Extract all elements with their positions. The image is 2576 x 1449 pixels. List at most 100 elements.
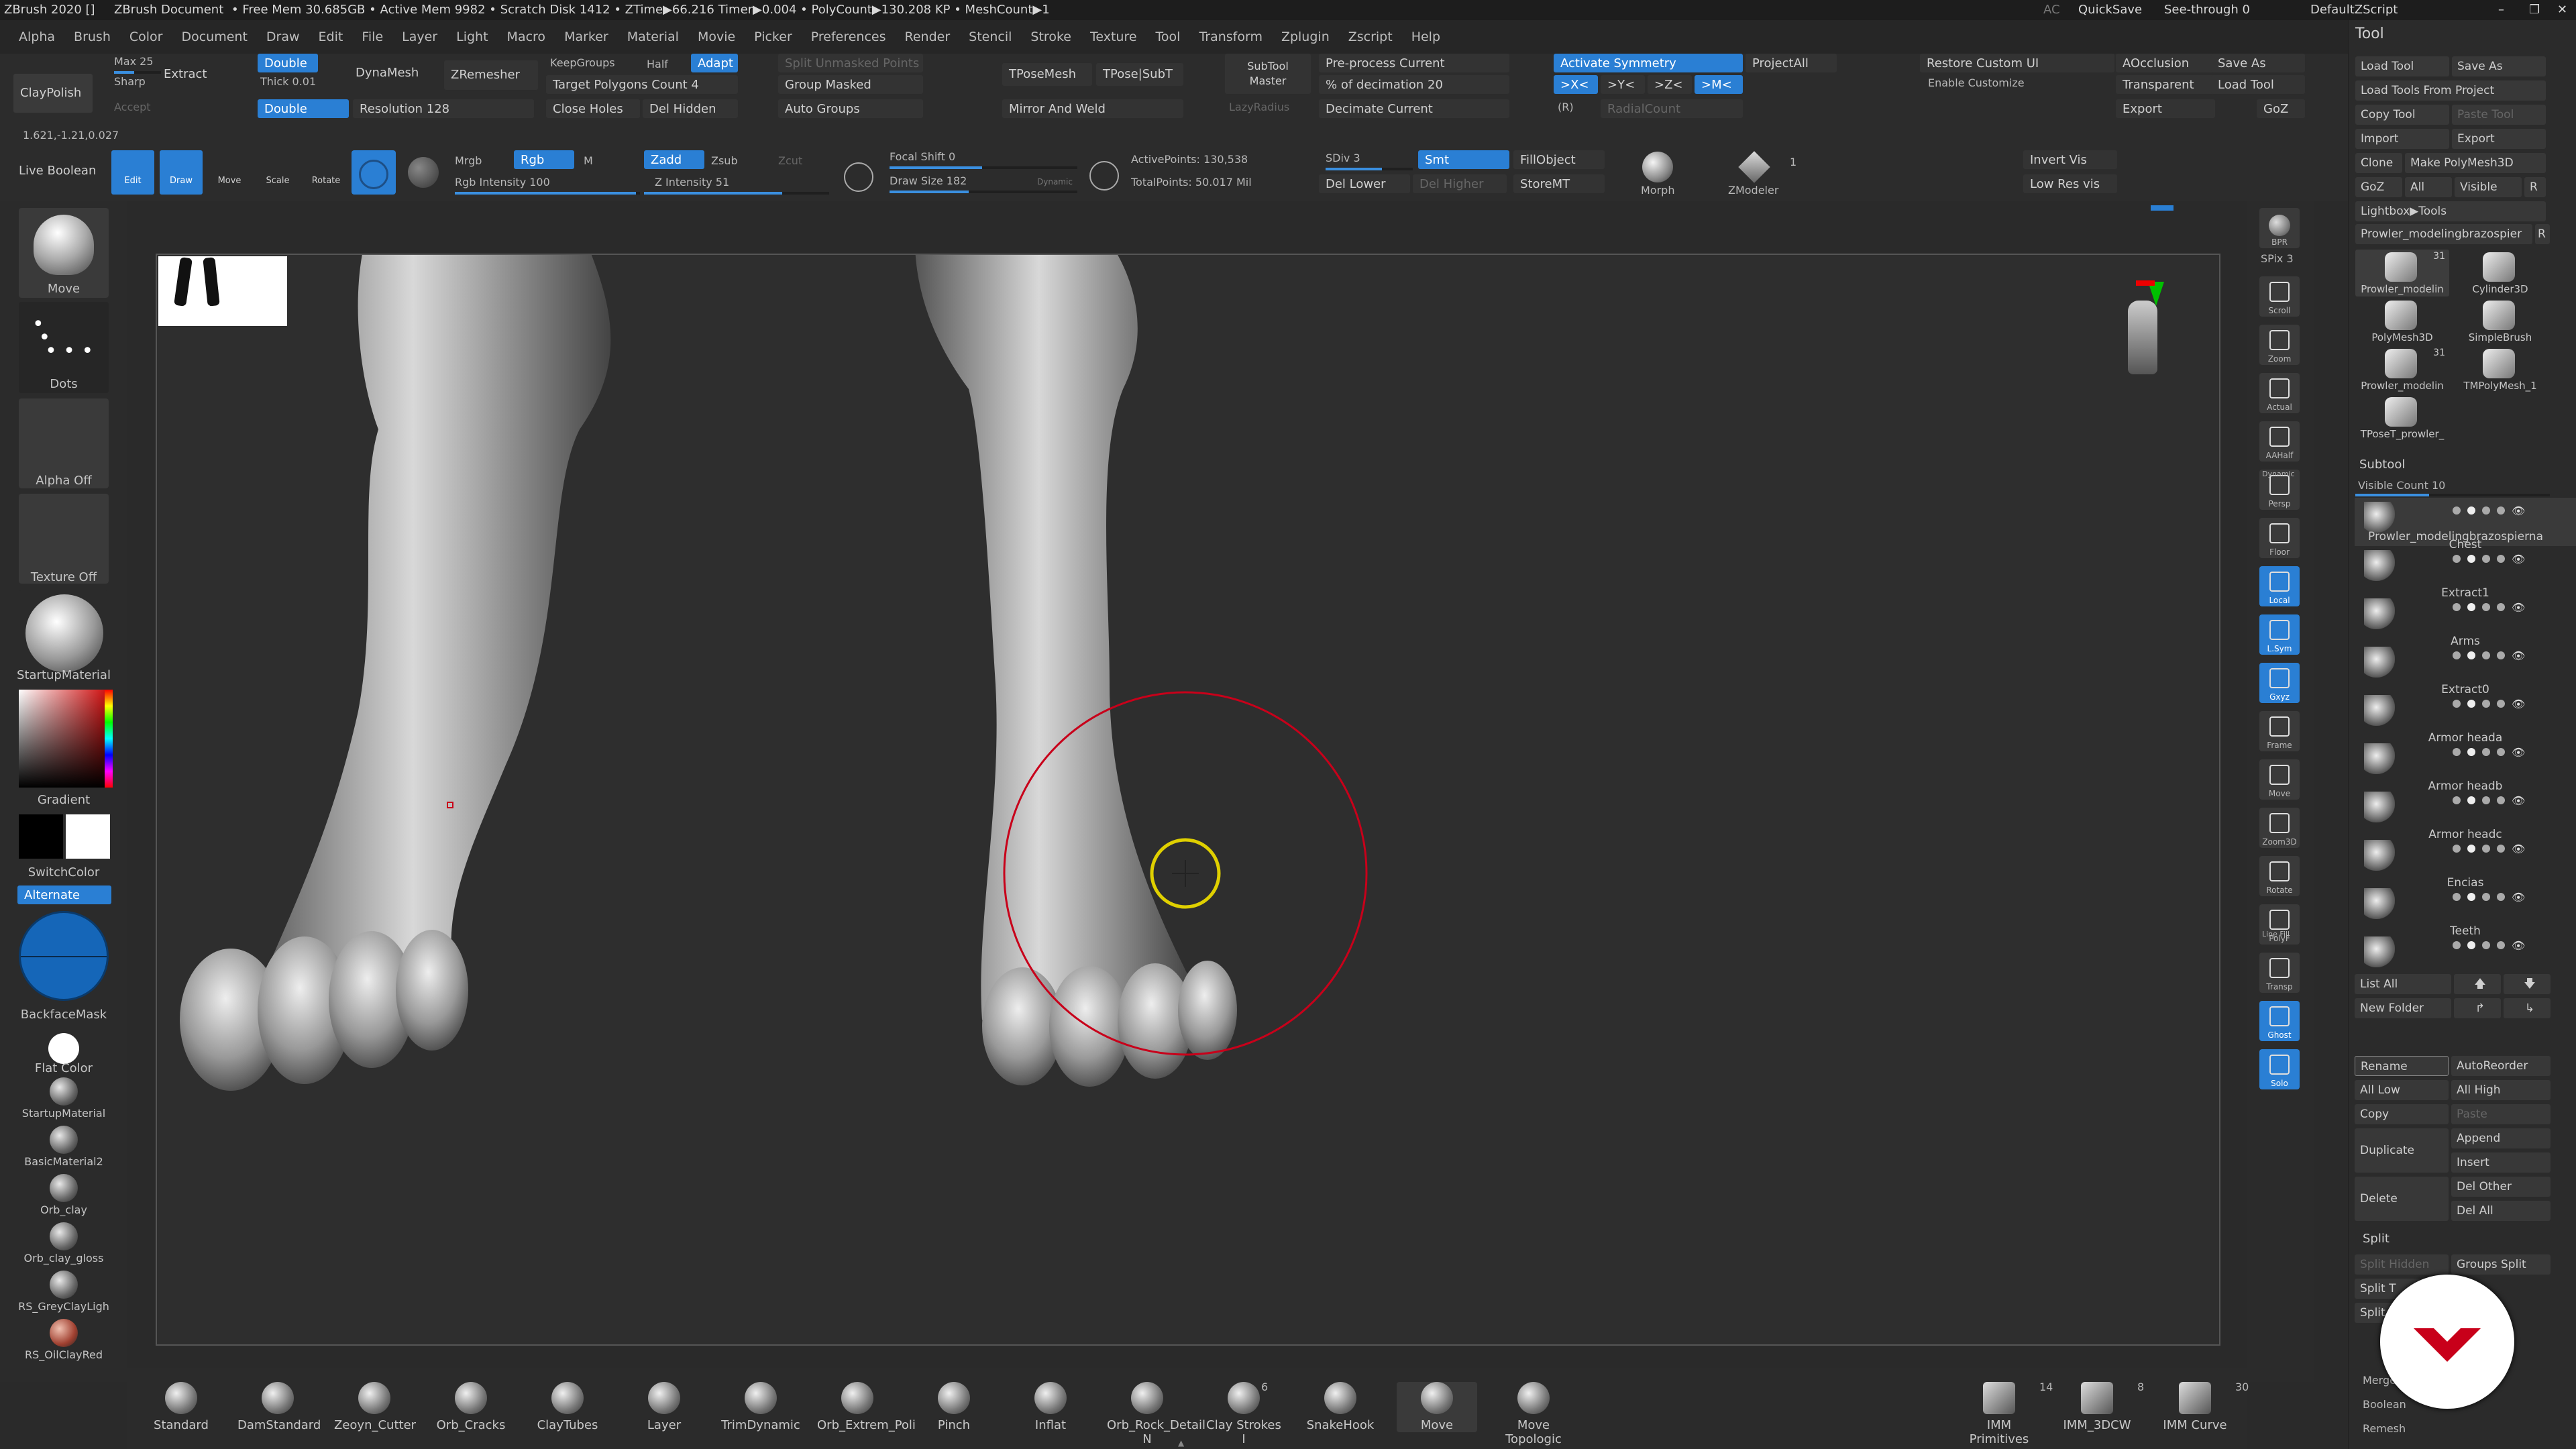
storemt-button[interactable]: StoreMT — [1513, 174, 1605, 193]
close-icon[interactable]: ✕ — [2557, 0, 2567, 20]
view-gxyz-button[interactable]: Gxyz — [2259, 663, 2300, 703]
auto-groups-button[interactable]: Auto Groups — [778, 99, 923, 118]
aocclusion-button[interactable]: AOcclusion — [2116, 54, 2215, 72]
eye-icon[interactable]: 👁 — [2512, 698, 2525, 710]
z-intensity-slider[interactable]: Z Intensity 51 — [655, 176, 729, 189]
goz-tool-button[interactable]: GoZ — [2355, 177, 2402, 197]
goz-button[interactable]: GoZ — [2257, 99, 2305, 118]
focal-icon[interactable] — [844, 162, 873, 192]
make-polymesh-button[interactable]: Make PolyMesh3D — [2405, 153, 2546, 173]
scale-mode-button[interactable]: Scale — [256, 150, 299, 195]
enable-customize-button[interactable]: Enable Customize — [1928, 76, 2025, 89]
brush-layer[interactable]: Layer — [624, 1382, 704, 1432]
boolean-header[interactable]: Boolean — [2363, 1398, 2406, 1411]
max-slider[interactable]: Max 25 — [114, 55, 154, 68]
eye-icon[interactable]: 👁 — [2512, 504, 2525, 517]
view-zoom-button[interactable]: Zoom — [2259, 325, 2300, 365]
brush-snakehook[interactable]: SnakeHook — [1300, 1382, 1381, 1432]
subtool-toggles[interactable]: 👁 — [2453, 504, 2567, 517]
brush-trimdynamic[interactable]: TrimDynamic — [720, 1382, 801, 1432]
fillobject-button[interactable]: FillObject — [1513, 150, 1605, 169]
radial-r-button[interactable]: (R) — [1558, 101, 1574, 113]
view-floor-button[interactable]: Floor — [2259, 518, 2300, 558]
view-polyf-button[interactable]: PolyF — [2259, 904, 2300, 945]
quicksave-button[interactable]: QuickSave — [2078, 0, 2142, 20]
rotate-mode-button[interactable]: Rotate — [305, 150, 347, 195]
menu-picker[interactable]: Picker — [754, 30, 792, 44]
visible-count-slider[interactable]: Visible Count 10 — [2358, 479, 2445, 492]
draw-button[interactable]: Draw — [160, 150, 203, 195]
seethrough-slider[interactable]: See-through 0 — [2164, 0, 2250, 20]
eye-icon[interactable]: 👁 — [2512, 553, 2525, 566]
menu-edit[interactable]: Edit — [319, 30, 343, 44]
imm-imm-primitives[interactable]: IMM Primitives — [1959, 1382, 2039, 1446]
eye-icon[interactable]: 👁 — [2512, 939, 2525, 952]
sdiv-slider[interactable]: SDiv 3 — [1326, 152, 1360, 164]
material-swatch-icon[interactable] — [50, 1222, 78, 1250]
accept-button[interactable]: Accept — [114, 101, 151, 113]
subtool-header[interactable]: Subtool — [2359, 458, 2405, 472]
del-other-button[interactable]: Del Other — [2451, 1177, 2551, 1197]
remesh-header[interactable]: Remesh — [2363, 1422, 2406, 1435]
zmodeler-icon[interactable] — [1738, 151, 1770, 183]
adapt-button[interactable]: Adapt — [691, 54, 738, 72]
r-button[interactable]: R — [2524, 177, 2546, 197]
switchcolor-button[interactable]: SwitchColor — [0, 865, 127, 879]
subtool-toggles[interactable]: 👁 — [2453, 794, 2567, 807]
lazyradius-slider[interactable]: LazyRadius — [1229, 101, 1289, 113]
hue-bar[interactable] — [105, 690, 113, 788]
eye-icon[interactable]: 👁 — [2512, 649, 2525, 662]
save-as-tool-button[interactable]: Save As — [2452, 56, 2546, 76]
default-zscript-button[interactable]: DefaultZScript — [2310, 0, 2398, 20]
orientation-gizmo-icon[interactable] — [2123, 280, 2169, 381]
save-as-button[interactable]: Save As — [2211, 54, 2305, 72]
zremesher-button[interactable]: ZRemesher — [444, 60, 538, 90]
tool-thumb[interactable]: SimpleBrush — [2453, 298, 2547, 345]
sharp-slider[interactable]: Sharp — [114, 75, 146, 88]
tool-thumb[interactable]: TMPolyMesh_1 — [2453, 346, 2547, 393]
del-all-button[interactable]: Del All — [2451, 1201, 2551, 1221]
all-button[interactable]: All — [2405, 177, 2452, 197]
restore-icon[interactable]: ❐ — [2529, 0, 2540, 20]
dynamic-toggle[interactable]: Dynamic — [1037, 177, 1073, 186]
export-button[interactable]: Export — [2116, 99, 2215, 118]
brush-zeoyn-cutter[interactable]: Zeoyn_Cutter — [334, 1382, 416, 1432]
transparent-button[interactable]: Transparent — [2116, 75, 2215, 94]
eye-icon[interactable]: 👁 — [2512, 891, 2525, 904]
invert-vis-button[interactable]: Invert Vis — [2023, 150, 2117, 169]
subtool-toggles[interactable]: 👁 — [2453, 649, 2567, 662]
low-res-vis-button[interactable]: Low Res vis — [2023, 174, 2117, 193]
preprocess-current-button[interactable]: Pre-process Current — [1319, 54, 1509, 72]
brush-preview-icon[interactable] — [352, 150, 396, 195]
folder-up-icon[interactable]: ↱ — [2454, 998, 2501, 1018]
menu-layer[interactable]: Layer — [402, 30, 437, 44]
menu-material[interactable]: Material — [627, 30, 679, 44]
double-button[interactable]: Double — [258, 54, 318, 72]
insert-button[interactable]: Insert — [2451, 1152, 2551, 1173]
brush-move-topologic[interactable]: Move Topologic — [1493, 1382, 1574, 1446]
tool-thumb[interactable]: Prowler_modelin 31 — [2355, 250, 2449, 297]
subtool-master-button[interactable]: SubTool Master — [1225, 54, 1311, 94]
move-down-icon[interactable]: 🡇 — [2504, 974, 2551, 994]
brush-inflat[interactable]: Inflat — [1010, 1382, 1091, 1432]
restore-custom-ui-button[interactable]: Restore Custom UI — [1920, 54, 2114, 72]
zadd-button[interactable]: Zadd — [644, 150, 704, 169]
menu-stencil[interactable]: Stencil — [969, 30, 1012, 44]
move-mode-button[interactable]: Move — [208, 150, 251, 195]
view-local-button[interactable]: Local — [2259, 566, 2300, 606]
brush-standard[interactable]: Standard — [141, 1382, 221, 1432]
mirror-and-weld-button[interactable]: Mirror And Weld — [1002, 99, 1183, 118]
view-move-button[interactable]: Move — [2259, 759, 2300, 800]
menu-help[interactable]: Help — [1411, 30, 1440, 44]
sym-m-button[interactable]: >M< — [1695, 75, 1743, 94]
morph-icon[interactable] — [1642, 152, 1673, 182]
view-lsym-button[interactable]: L.Sym — [2259, 614, 2300, 655]
claypolish-button[interactable]: ClayPolish — [13, 74, 93, 113]
tool-thumb[interactable]: TPoseT_prowler_ — [2355, 394, 2449, 441]
menu-alpha[interactable]: Alpha — [19, 30, 55, 44]
canvas-viewport[interactable] — [156, 254, 2220, 1346]
extract-button[interactable]: Extract — [164, 67, 207, 81]
rename-button[interactable]: Rename — [2355, 1056, 2449, 1076]
menu-brush[interactable]: Brush — [74, 30, 111, 44]
sym-y-button[interactable]: >Y< — [1601, 75, 1645, 94]
